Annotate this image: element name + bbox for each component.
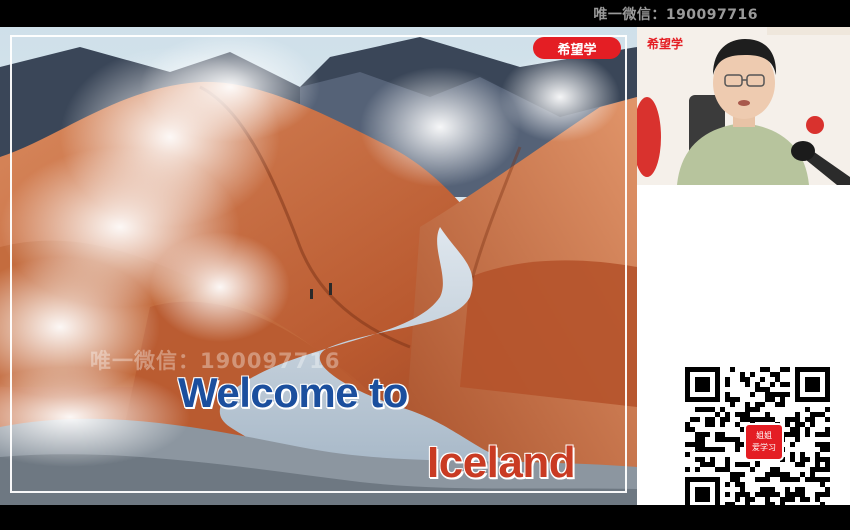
right-panel: 希望学 姐姐 爱学习	[637, 27, 850, 527]
wechat-watermark: 唯一微信：190097716	[593, 7, 758, 23]
qr-code: 姐姐 爱学习	[675, 357, 850, 527]
bottom-bar	[0, 505, 850, 530]
qr-badge-line2: 爱学习	[752, 443, 776, 452]
presentation-slide: 希望学 唯一微信：190097716 Welcome to Iceland	[0, 27, 637, 505]
teacher-webcam: 希望学	[637, 27, 850, 185]
webcam-brand-logo: 希望学	[647, 37, 684, 51]
brand-logo-badge: 希望学	[533, 37, 621, 59]
slide-title-line1: Welcome to	[178, 369, 408, 416]
qr-center-badge: 姐姐 爱学习	[744, 423, 784, 461]
slide-title-line2: Iceland	[427, 438, 576, 487]
iceland-landscape-image	[0, 27, 637, 505]
top-bar: 唯一微信：190097716	[0, 0, 850, 27]
qr-badge-line1: 姐姐	[756, 431, 772, 440]
